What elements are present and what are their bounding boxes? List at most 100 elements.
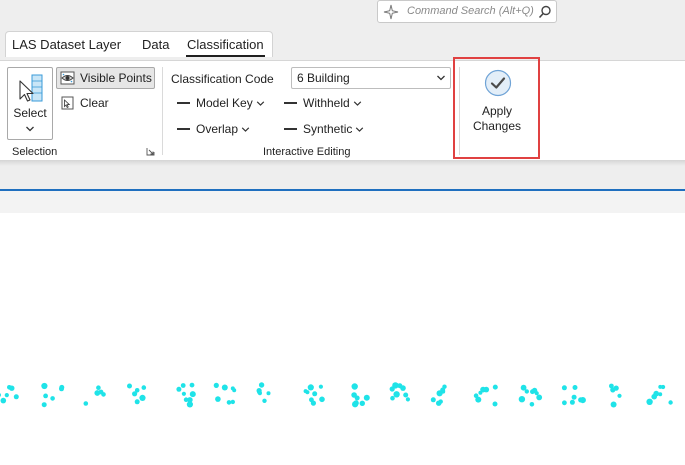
lidar-point (258, 382, 265, 388)
lidar-point (646, 398, 653, 405)
withheld-label: Withheld (303, 96, 350, 110)
chevron-down-icon (437, 75, 445, 81)
lidar-point (134, 399, 140, 405)
lidar-point (0, 397, 7, 404)
overlap-dropdown[interactable]: Overlap (177, 120, 250, 138)
lidar-point (262, 398, 267, 403)
lidar-point (189, 382, 195, 388)
scene-view[interactable] (0, 213, 685, 465)
lidar-point (562, 400, 567, 406)
sparkle-icon (383, 4, 399, 20)
lidar-point (403, 392, 409, 398)
lidar-point (617, 393, 622, 398)
chevron-down-icon (356, 126, 364, 132)
lidar-point (530, 389, 535, 395)
lidar-point (569, 399, 575, 405)
lidar-point (176, 386, 182, 392)
ribbon-tab-row: LAS Dataset Layer Data Classification (0, 28, 685, 60)
model-key-dropdown[interactable]: Model Key (177, 94, 265, 112)
dialog-launcher-icon[interactable] (146, 147, 155, 156)
lidar-point (4, 393, 9, 398)
lidar-point (226, 400, 232, 405)
lidar-point (312, 391, 318, 397)
cursor-select-icon (19, 74, 43, 102)
checkmark-circle-icon (484, 69, 512, 97)
lidar-point (393, 391, 400, 398)
apply-changes-label-line1: Apply (481, 104, 513, 118)
lidar-point (213, 382, 219, 388)
select-button-label: Select (13, 106, 47, 120)
dash-icon (177, 102, 190, 104)
lidar-point (127, 383, 132, 389)
tab-classification[interactable]: Classification (186, 37, 265, 57)
lidar-point (310, 400, 316, 406)
lidar-point (430, 397, 436, 403)
contextual-tab-group: LAS Dataset Layer Data Classification (5, 31, 273, 57)
overlap-label: Overlap (196, 122, 239, 136)
lidar-point (181, 391, 186, 396)
lidar-point (83, 401, 89, 406)
lidar-point (492, 384, 498, 390)
lidar-point (318, 384, 323, 389)
classification-code-dropdown[interactable]: 6 Building (291, 67, 451, 89)
lidar-point (257, 391, 262, 396)
lidar-point (359, 400, 365, 406)
lidar-point (492, 401, 498, 407)
lidar-point (354, 395, 360, 401)
magnifier-icon[interactable] (538, 5, 552, 19)
lidar-point (96, 385, 101, 390)
synthetic-dropdown[interactable]: Synthetic (284, 120, 364, 138)
classification-code-value: 6 Building (297, 71, 350, 85)
lidar-point (0, 393, 1, 397)
lidar-point (405, 397, 410, 402)
ribbon-panel: Select Visible Points Clear Selection Cl… (0, 60, 685, 160)
lidar-point (141, 385, 147, 390)
lidar-point (41, 402, 47, 408)
withheld-dropdown[interactable]: Withheld (284, 94, 362, 112)
lidar-point (390, 395, 395, 401)
visible-points-button[interactable]: Visible Points (56, 67, 155, 89)
interactive-editing-group-label: Interactive Editing (263, 146, 351, 158)
lidar-point (139, 394, 146, 401)
synthetic-label: Synthetic (303, 122, 353, 136)
clear-button[interactable]: Clear (56, 93, 116, 115)
lidar-point (610, 387, 616, 393)
dash-icon (284, 128, 297, 130)
lidar-point (59, 386, 64, 392)
chevron-down-icon (26, 126, 34, 132)
clear-selection-icon (61, 96, 74, 110)
lidar-point (518, 396, 526, 403)
lidar-point (579, 397, 586, 404)
tab-las-dataset-layer[interactable]: LAS Dataset Layer (12, 37, 121, 52)
group-divider (162, 67, 163, 155)
tab-data[interactable]: Data (142, 37, 169, 52)
view-header (0, 191, 685, 213)
lidar-point (536, 394, 543, 401)
lidar-point (483, 386, 490, 393)
lidar-point (230, 386, 235, 391)
lidar-point (438, 399, 443, 404)
lidar-point (221, 384, 228, 391)
lidar-point (303, 389, 308, 394)
lidar-point (307, 384, 314, 391)
lidar-point (94, 390, 101, 396)
lidar-point (561, 385, 567, 391)
lidar-point (101, 392, 106, 397)
lidar-point (134, 388, 140, 393)
lidar-point (668, 400, 673, 405)
lidar-point (351, 383, 358, 390)
command-search-input[interactable]: Command Search (Alt+Q) (407, 5, 534, 17)
point-cloud (0, 382, 673, 408)
classification-code-label: Classification Code (171, 72, 274, 86)
apply-changes-button[interactable]: Apply Changes (458, 63, 536, 155)
select-button[interactable]: Select (7, 67, 53, 140)
lidar-point (41, 382, 48, 390)
lidar-point (230, 399, 235, 405)
lidar-point (571, 394, 577, 400)
lidar-point (9, 385, 15, 391)
chevron-down-icon (241, 126, 250, 132)
lidar-point (183, 397, 189, 402)
lidar-point (397, 383, 403, 389)
lidar-point (180, 383, 186, 388)
command-search-box[interactable]: Command Search (Alt+Q) (377, 0, 557, 23)
